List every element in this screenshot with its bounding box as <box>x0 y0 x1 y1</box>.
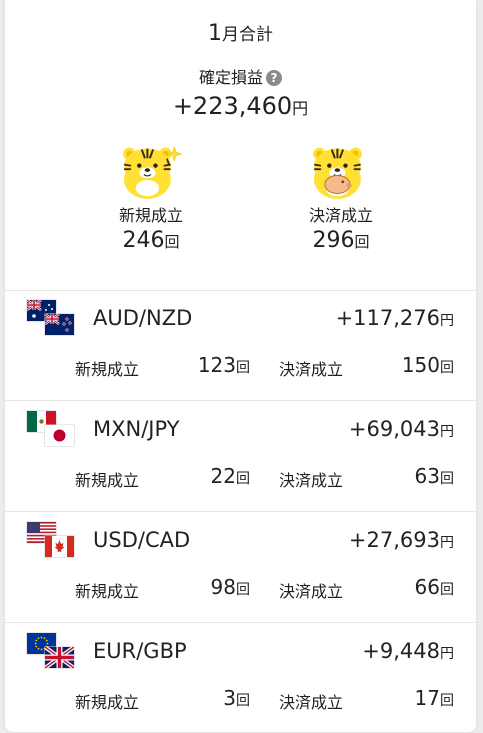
count-unit: 回 <box>164 233 180 251</box>
pair-name: MXN/JPY <box>93 417 180 441</box>
closed-orders-count: 66回 <box>415 575 454 599</box>
new-orders-label: 新規成立 <box>75 471 140 490</box>
closed-orders-label: 決済成立 <box>279 693 344 712</box>
realized-profit-value: +223,460 <box>172 92 293 120</box>
closed-orders-value: 296 <box>312 228 355 253</box>
new-orders-count: 246回 <box>71 228 231 253</box>
closed-orders-label: 決済成立 <box>279 471 344 490</box>
closed-orders-value: 66 <box>414 575 440 599</box>
currency-unit: 円 <box>292 99 309 118</box>
canada-flag-icon <box>45 536 74 557</box>
currency-pair-row[interactable]: MXN/JPY +69,043円 新規成立 22回 決済成立 63回 <box>5 401 476 512</box>
flag-pair <box>27 300 77 338</box>
new-orders-stat: 新規成立 246回 <box>71 140 231 253</box>
pair-name: EUR/GBP <box>93 639 187 663</box>
month-label: 月合計 <box>222 25 273 45</box>
count-unit: 回 <box>440 471 454 487</box>
realized-profit-label: 確定損益 <box>198 68 263 87</box>
new-orders-count: 22回 <box>211 464 250 488</box>
new-orders-value: 22 <box>210 464 236 488</box>
count-unit: 回 <box>354 233 370 251</box>
pair-profit: +9,448円 <box>362 639 454 663</box>
pair-profit-value: +9,448 <box>362 639 440 663</box>
new-orders-count: 123回 <box>198 353 250 377</box>
new-orders-count: 3回 <box>223 686 250 710</box>
count-unit: 回 <box>236 360 250 376</box>
tiger-mascot-piggybank-icon <box>312 146 363 200</box>
pair-profit: +27,693円 <box>349 528 454 552</box>
pair-name: USD/CAD <box>93 528 191 552</box>
count-unit: 回 <box>236 582 250 598</box>
pair-profit: +69,043円 <box>349 417 454 441</box>
new-orders-value: 246 <box>122 228 165 253</box>
closed-orders-stat: 決済成立 296回 <box>261 140 421 253</box>
flag-pair <box>27 411 77 449</box>
new-orders-label: 新規成立 <box>75 360 140 379</box>
closed-orders-label: 決済成立 <box>279 582 344 601</box>
new-orders-value: 98 <box>210 575 236 599</box>
pair-profit-value: +117,276 <box>335 306 440 330</box>
new-orders-value: 3 <box>223 686 236 710</box>
new-orders-count: 98回 <box>211 575 250 599</box>
tiger-mascot-sparkle-icon <box>122 145 183 200</box>
uk-flag-icon <box>45 647 74 668</box>
count-unit: 回 <box>236 693 250 709</box>
count-unit: 回 <box>440 582 454 598</box>
pair-profit-value: +27,693 <box>348 528 440 552</box>
closed-orders-value: 150 <box>401 353 440 377</box>
realized-profit-total: +223,460円 <box>5 92 476 120</box>
closed-orders-count: 17回 <box>415 686 454 710</box>
currency-unit: 円 <box>440 313 454 329</box>
month-title: 1月合計 <box>5 20 476 46</box>
new-orders-value: 123 <box>197 353 236 377</box>
monthly-summary-card: 1月合計 確定損益? +223,460円 新規成立 246回 決済成立 296回… <box>5 0 476 732</box>
currency-unit: 円 <box>440 424 454 440</box>
new-orders-label: 新規成立 <box>75 693 140 712</box>
closed-orders-label: 決済成立 <box>308 206 373 225</box>
closed-orders-count: 150回 <box>402 353 454 377</box>
pair-name: AUD/NZD <box>93 306 193 330</box>
help-icon[interactable]: ? <box>266 70 282 86</box>
flag-pair <box>27 522 77 560</box>
realized-profit-label-row: 確定損益? <box>5 64 476 88</box>
count-unit: 回 <box>440 693 454 709</box>
new-orders-label: 新規成立 <box>118 206 183 225</box>
closed-orders-count: 63回 <box>415 464 454 488</box>
pair-profit-value: +69,043 <box>348 417 440 441</box>
monthly-summary: 1月合計 確定損益? +223,460円 新規成立 246回 決済成立 296回 <box>5 0 476 291</box>
new-zealand-flag-icon <box>45 314 74 335</box>
currency-pair-row[interactable]: USD/CAD +27,693円 新規成立 98回 決済成立 66回 <box>5 512 476 623</box>
japan-flag-icon <box>45 425 74 446</box>
closed-orders-value: 17 <box>414 686 440 710</box>
month-number: 1 <box>208 21 222 46</box>
flag-pair <box>27 633 77 671</box>
closed-orders-label: 決済成立 <box>279 360 344 379</box>
count-unit: 回 <box>440 360 454 376</box>
currency-unit: 円 <box>440 646 454 662</box>
currency-pair-row[interactable]: EUR/GBP +9,448円 新規成立 3回 決済成立 17回 <box>5 623 476 733</box>
count-unit: 回 <box>236 471 250 487</box>
closed-orders-value: 63 <box>414 464 440 488</box>
currency-unit: 円 <box>440 535 454 551</box>
pair-profit: +117,276円 <box>336 306 454 330</box>
closed-orders-count: 296回 <box>261 228 421 253</box>
currency-pair-row[interactable]: AUD/NZD +117,276円 新規成立 123回 決済成立 150回 <box>5 290 476 401</box>
new-orders-label: 新規成立 <box>75 582 140 601</box>
